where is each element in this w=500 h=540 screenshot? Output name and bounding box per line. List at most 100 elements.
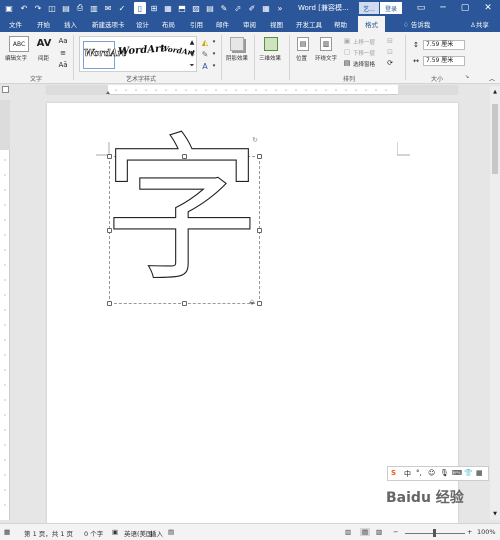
- tab-layout[interactable]: 布局: [162, 19, 175, 29]
- height-input[interactable]: 7.59 厘米: [423, 40, 465, 50]
- tab-view[interactable]: 视图: [270, 19, 283, 29]
- ime-mode[interactable]: 中: [404, 469, 411, 479]
- resize-handle-bottom-right[interactable]: [257, 301, 262, 306]
- size-dialog-launcher-icon[interactable]: ↘: [464, 74, 470, 80]
- align-icon[interactable]: ⊟: [385, 37, 395, 45]
- resize-handle-left[interactable]: [107, 228, 112, 233]
- touch-mode-icon[interactable]: ◫: [46, 2, 58, 14]
- rotate-icon[interactable]: ⟳: [385, 59, 395, 67]
- word-count[interactable]: 0 个字: [84, 528, 103, 538]
- new-document-icon[interactable]: ▤: [60, 2, 72, 14]
- position-icon[interactable]: ▤: [297, 37, 309, 51]
- login-button[interactable]: 登录: [380, 2, 402, 14]
- redo-icon[interactable]: ↷: [32, 2, 44, 14]
- layout-options-icon[interactable]: ⬙: [248, 298, 256, 306]
- send-backward-button[interactable]: 下移一层: [353, 49, 375, 57]
- resize-handle-top-left[interactable]: [107, 154, 112, 159]
- print-layout-view-icon[interactable]: ▤: [360, 528, 371, 536]
- ribbon-display-icon[interactable]: ▭: [410, 0, 432, 16]
- tab-references[interactable]: 引用: [190, 19, 203, 29]
- minimize-icon[interactable]: ─: [432, 0, 454, 16]
- macro-record-icon[interactable]: ▤: [168, 528, 174, 536]
- vertical-text-icon[interactable]: Aa: [58, 36, 68, 46]
- insert-mode[interactable]: 插入: [150, 528, 163, 538]
- spacing-button[interactable]: 间距: [38, 54, 49, 62]
- horizontal-ruler[interactable]: [46, 85, 458, 95]
- tell-me-search[interactable]: ♢ 告诉我: [403, 19, 430, 29]
- shape-dropdown-icon[interactable]: ▾: [211, 61, 217, 71]
- skin-icon[interactable]: 👕: [464, 469, 473, 477]
- wrap-text-button[interactable]: 环绕文字: [315, 54, 337, 62]
- width-input[interactable]: 7.59 厘米: [423, 56, 465, 66]
- outline-color-icon[interactable]: ✎: [200, 49, 210, 59]
- wordart-style-2[interactable]: WordArt: [118, 43, 166, 57]
- read-mode-icon[interactable]: ▯: [134, 2, 146, 14]
- print-preview-icon[interactable]: ⎙: [74, 2, 86, 14]
- edit-text-icon[interactable]: ABC: [9, 36, 29, 52]
- tab-format[interactable]: 格式: [358, 16, 385, 32]
- spelling-icon[interactable]: ✓: [116, 2, 128, 14]
- fill-dropdown-icon[interactable]: ▾: [211, 37, 217, 47]
- grid-icon[interactable]: ▦: [260, 2, 272, 14]
- scroll-up-icon[interactable]: ▲: [491, 88, 499, 96]
- zoom-slider-knob[interactable]: [433, 529, 436, 537]
- proofing-icon[interactable]: ▣: [112, 528, 118, 536]
- wrap-text-icon[interactable]: ▥: [320, 37, 332, 51]
- more-commands-icon[interactable]: »: [274, 2, 286, 14]
- web-layout-view-icon[interactable]: ▨: [376, 528, 382, 536]
- shape-icon[interactable]: ⬒: [176, 2, 188, 14]
- edit-icon[interactable]: ✐: [246, 2, 258, 14]
- picture-icon[interactable]: ▨: [190, 2, 202, 14]
- tab-design[interactable]: 设计: [136, 19, 149, 29]
- resize-handle-right[interactable]: [257, 228, 262, 233]
- even-height-icon[interactable]: Aā: [58, 60, 68, 70]
- share-button[interactable]: ♙共享: [470, 19, 489, 29]
- wordart-style-1[interactable]: WordArt: [83, 41, 127, 69]
- undo-icon[interactable]: ↶: [18, 2, 30, 14]
- emoji-icon[interactable]: ☺: [428, 469, 435, 477]
- resize-handle-bottom[interactable]: [182, 301, 187, 306]
- group-objects-icon[interactable]: ⊡: [385, 48, 395, 56]
- scroll-thumb[interactable]: [492, 104, 498, 174]
- keyboard-icon[interactable]: ⌨: [452, 469, 462, 477]
- close-icon[interactable]: ✕: [477, 0, 499, 16]
- tab-help[interactable]: 帮助: [334, 19, 347, 29]
- text-box-icon[interactable]: ▤: [204, 2, 216, 14]
- gallery-more-icon[interactable]: ⏷: [188, 60, 196, 72]
- vertical-scrollbar[interactable]: ▲ ▼: [490, 86, 500, 520]
- tab-new-tab[interactable]: 新建选项卡: [92, 19, 125, 29]
- position-button[interactable]: 位置: [296, 54, 307, 62]
- toolbox-icon[interactable]: ▦: [476, 469, 483, 477]
- tab-selector[interactable]: [2, 86, 9, 93]
- outline-dropdown-icon[interactable]: ▾: [211, 49, 217, 59]
- resize-handle-top[interactable]: [182, 154, 187, 159]
- wordart-style-gallery[interactable]: WordArt WordArt WordArt: [79, 36, 197, 72]
- select-icon[interactable]: ⬀: [232, 2, 244, 14]
- gallery-up-icon[interactable]: ▲: [188, 36, 196, 48]
- send-backward-icon[interactable]: ▢: [343, 48, 351, 56]
- 3d-effects-button[interactable]: 三维效果: [259, 54, 281, 62]
- layout-icon[interactable]: ▦: [162, 2, 174, 14]
- table-icon[interactable]: ⊞: [148, 2, 160, 14]
- zoom-out-icon[interactable]: −: [393, 528, 398, 536]
- zoom-in-icon[interactable]: +: [467, 528, 472, 536]
- page-nav-icon[interactable]: ▦: [4, 528, 10, 536]
- edit-text-button[interactable]: 编辑文字: [5, 54, 27, 62]
- 3d-effects-icon[interactable]: [264, 37, 278, 51]
- tab-developer[interactable]: 开发工具: [296, 19, 322, 29]
- sogou-logo-icon[interactable]: S: [391, 469, 396, 477]
- restore-icon[interactable]: ▢: [454, 0, 476, 16]
- resize-handle-bottom-left[interactable]: [107, 301, 112, 306]
- spacing-icon[interactable]: AV: [36, 36, 52, 50]
- shadow-effects-icon[interactable]: [230, 37, 244, 51]
- read-mode-view-icon[interactable]: ▥: [345, 528, 351, 536]
- email-icon[interactable]: ✉: [102, 2, 114, 14]
- zoom-level[interactable]: 100%: [477, 528, 496, 536]
- vertical-ruler[interactable]: [0, 100, 10, 520]
- align-text-icon[interactable]: ≡: [58, 48, 68, 58]
- open-icon[interactable]: ▥: [88, 2, 100, 14]
- bring-forward-button[interactable]: 上移一层: [353, 38, 375, 46]
- tab-mailings[interactable]: 邮件: [216, 19, 229, 29]
- page-count[interactable]: 第 1 页，共 1 页: [24, 528, 73, 538]
- tab-home[interactable]: 开始: [37, 19, 50, 29]
